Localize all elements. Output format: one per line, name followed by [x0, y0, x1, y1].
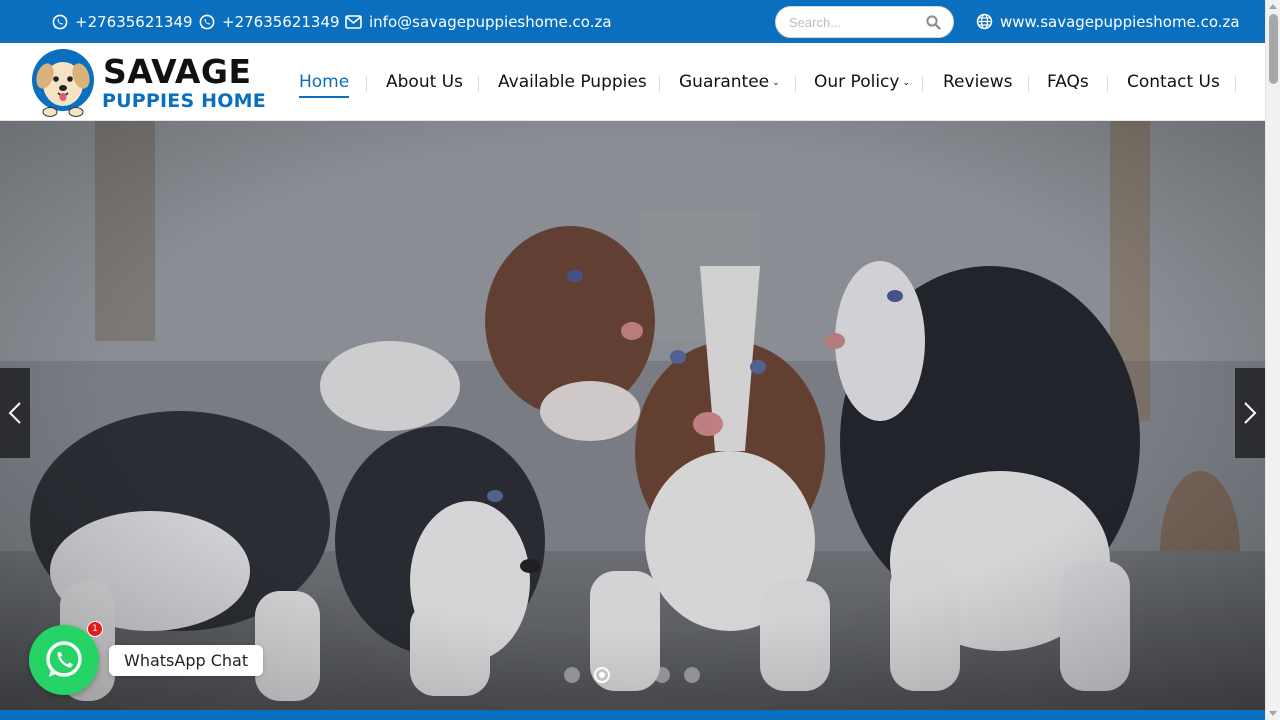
nav-divider	[795, 76, 796, 92]
puppy-logo-icon	[32, 49, 94, 117]
phone-number-2: +27635621349	[222, 12, 340, 31]
nav-label: Reviews	[943, 72, 1013, 92]
whatsapp-chat-button[interactable]	[29, 625, 99, 695]
logo-title: SAVAGE	[103, 52, 252, 91]
site-logo[interactable]: SAVAGE PUPPIES HOME	[30, 46, 275, 118]
nav-reviews[interactable]: Reviews	[943, 43, 1013, 121]
slider-next-button[interactable]	[1235, 368, 1265, 458]
nav-our-policy[interactable]: Our Policy ⌄	[814, 43, 910, 121]
logo-subtitle: PUPPIES HOME	[102, 90, 266, 112]
whatsapp-icon	[199, 14, 215, 29]
email-address: info@savagepuppieshome.co.za	[369, 12, 612, 31]
email-link[interactable]: info@savagepuppieshome.co.za	[345, 0, 612, 43]
nav-divider	[478, 76, 479, 92]
search-input[interactable]	[789, 14, 919, 30]
slider-dot[interactable]	[564, 667, 580, 683]
active-underline	[299, 96, 350, 98]
globe-icon	[976, 13, 993, 30]
search-icon[interactable]	[926, 15, 941, 30]
page-scrollbar[interactable]	[1265, 0, 1280, 720]
nav-divider	[366, 76, 367, 92]
nav-divider	[1107, 76, 1108, 92]
nav-label: Guarantee	[679, 72, 770, 92]
slider-dot-active[interactable]	[594, 667, 610, 683]
phone-link-1[interactable]: +27635621349	[52, 0, 193, 43]
nav-available-puppies[interactable]: Available Puppies	[498, 43, 647, 121]
nav-about-us[interactable]: About Us	[386, 43, 463, 121]
nav-label: FAQs	[1047, 72, 1089, 92]
notification-badge: 1	[87, 621, 103, 637]
scroll-up-arrow-icon[interactable]	[1269, 4, 1277, 9]
nav-label: Available Puppies	[498, 72, 647, 92]
slider-dot[interactable]	[624, 667, 640, 683]
hero-slider	[0, 121, 1265, 710]
nav-divider	[659, 76, 660, 92]
chevron-down-icon: ⌄	[772, 78, 780, 88]
nav-divider	[1028, 76, 1029, 92]
nav-faqs[interactable]: FAQs	[1047, 43, 1089, 121]
search-box	[775, 6, 954, 38]
envelope-icon	[345, 14, 362, 29]
scroll-thumb[interactable]	[1269, 14, 1278, 84]
nav-label: Our Policy	[814, 72, 900, 92]
nav-guarantee[interactable]: Guarantee ⌄	[679, 43, 780, 121]
phone-link-2[interactable]: +27635621349	[199, 0, 340, 43]
slider-prev-button[interactable]	[0, 368, 30, 458]
nav-contact-us[interactable]: Contact Us	[1127, 43, 1220, 121]
nav-divider	[922, 76, 923, 92]
whatsapp-icon	[46, 641, 82, 677]
chevron-left-icon	[8, 402, 21, 424]
slider-pagination	[564, 667, 700, 683]
nav-label: Contact Us	[1127, 72, 1220, 92]
chevron-down-icon: ⌄	[902, 78, 910, 88]
nav-label: Home	[299, 72, 350, 92]
section-divider-strip	[0, 710, 1265, 720]
phone-number-1: +27635621349	[75, 12, 193, 31]
puppies-photo	[0, 121, 1265, 710]
site-header: SAVAGE PUPPIES HOME Home About Us Availa…	[0, 43, 1265, 121]
website-link[interactable]: www.savagepuppieshome.co.za	[976, 0, 1240, 43]
slider-dot[interactable]	[684, 667, 700, 683]
top-bar: +27635621349 +27635621349 info@savagepup…	[0, 0, 1265, 43]
nav-divider	[1235, 76, 1236, 92]
scroll-down-arrow-icon[interactable]	[1269, 711, 1277, 716]
slider-dot[interactable]	[654, 667, 670, 683]
website-url: www.savagepuppieshome.co.za	[1000, 12, 1240, 31]
chevron-right-icon	[1244, 402, 1257, 424]
whatsapp-chat-label[interactable]: WhatsApp Chat	[109, 645, 264, 676]
whatsapp-icon	[52, 14, 68, 29]
nav-home[interactable]: Home	[299, 43, 350, 121]
nav-label: About Us	[386, 72, 463, 92]
